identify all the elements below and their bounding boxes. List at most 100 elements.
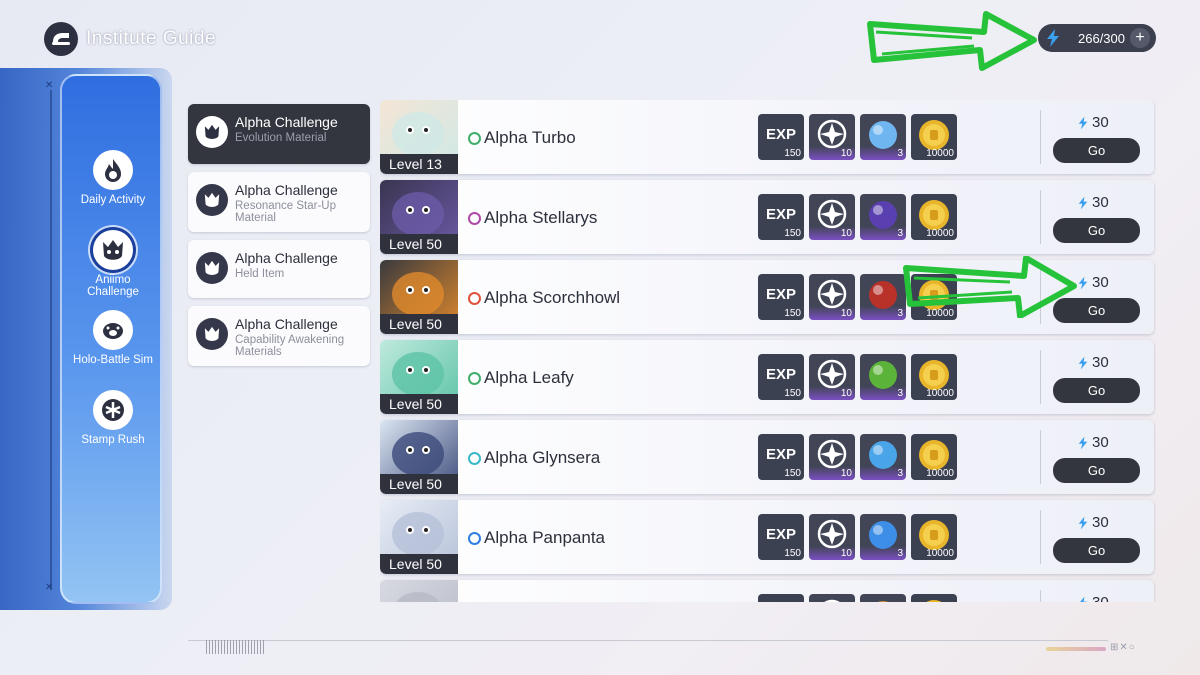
sidebar-item-holo-battle-sim[interactable]: Holo-Battle Sim bbox=[68, 310, 158, 366]
material-reward[interactable]: 10 bbox=[809, 274, 855, 320]
energy-bolt-icon bbox=[1078, 436, 1088, 449]
row-divider bbox=[1040, 110, 1041, 164]
energy-cost: 30 bbox=[1078, 114, 1109, 131]
back-arrow-icon bbox=[52, 33, 70, 45]
go-button[interactable]: Go bbox=[1053, 378, 1140, 403]
gold-reward[interactable]: 10000 bbox=[911, 114, 957, 160]
orb-reward[interactable]: 3 bbox=[860, 194, 906, 240]
category-capability-awakening[interactable]: Alpha Challenge Capability Awakening Mat… bbox=[188, 306, 370, 366]
energy-cost: 30 bbox=[1078, 274, 1109, 291]
pig-icon bbox=[93, 310, 133, 350]
category-title: Alpha Challenge bbox=[235, 316, 338, 332]
orb-reward[interactable]: 3 bbox=[860, 114, 906, 160]
aniimo-name-label: Alpha Leafy bbox=[484, 368, 574, 387]
aniimo-name: Alpha Turbo bbox=[468, 128, 576, 148]
orb-reward[interactable]: 3 bbox=[860, 274, 906, 320]
level-badge: Level 50 bbox=[380, 554, 458, 574]
aniimo-portrait: Level 50 bbox=[380, 180, 458, 254]
reward-count: 10 bbox=[840, 228, 852, 239]
challenge-list[interactable]: Level 13 Alpha Turbo EXP 150 10 3 10000 … bbox=[380, 100, 1156, 602]
element-type-icon bbox=[468, 291, 481, 305]
sidebar-item-daily-activity[interactable]: Daily Activity bbox=[68, 150, 158, 206]
beast-icon bbox=[196, 318, 228, 350]
reward-list: EXP 150 10 3 10000 bbox=[758, 274, 957, 320]
exp-reward[interactable]: EXP 150 bbox=[758, 434, 804, 480]
add-energy-button[interactable]: + bbox=[1130, 28, 1150, 48]
category-subtitle: Held Item bbox=[235, 268, 285, 280]
orb-reward[interactable] bbox=[860, 594, 906, 602]
sidebar-item-label: Daily Activity bbox=[80, 194, 146, 206]
sidebar-item-label: Stamp Rush bbox=[81, 434, 145, 446]
aniimo-name: Alpha Panpanta bbox=[468, 528, 605, 548]
sidebar-item-label: Holo-Battle Sim bbox=[73, 354, 153, 366]
aniimo-portrait bbox=[380, 580, 458, 602]
row-divider bbox=[1040, 430, 1041, 484]
category-title: Alpha Challenge bbox=[235, 114, 338, 130]
gold-reward[interactable]: 10000 bbox=[911, 194, 957, 240]
challenge-row: Level 50 Alpha Stellarys EXP 150 10 3 10… bbox=[380, 180, 1154, 254]
challenge-row: Level 50 Alpha Leafy EXP 150 10 3 10000 … bbox=[380, 340, 1154, 414]
reward-count: 150 bbox=[784, 388, 801, 399]
back-button[interactable] bbox=[44, 22, 78, 56]
emblem-icon bbox=[824, 599, 840, 602]
gold-reward[interactable] bbox=[911, 594, 957, 602]
category-resonance-star-up[interactable]: Alpha Challenge Resonance Star-Up Materi… bbox=[188, 172, 370, 232]
go-button[interactable]: Go bbox=[1053, 138, 1140, 163]
material-reward[interactable]: 10 bbox=[809, 354, 855, 400]
challenge-row: Level 50 Alpha Panpanta EXP 150 10 3 100… bbox=[380, 500, 1154, 574]
go-button[interactable]: Go bbox=[1053, 538, 1140, 563]
gold-coin-icon bbox=[926, 600, 942, 602]
exp-icon: EXP bbox=[766, 286, 796, 303]
orb-reward[interactable]: 3 bbox=[860, 514, 906, 560]
row-divider bbox=[1040, 270, 1041, 324]
reward-count: 3 bbox=[897, 468, 903, 479]
aniimo-name-label: Alpha Panpanta bbox=[484, 528, 605, 547]
material-reward[interactable]: 10 bbox=[809, 514, 855, 560]
go-button[interactable]: Go bbox=[1053, 218, 1140, 243]
gold-reward[interactable]: 10000 bbox=[911, 514, 957, 560]
category-evolution-material[interactable]: Alpha Challenge Evolution Material bbox=[188, 104, 370, 164]
material-reward[interactable]: 10 bbox=[809, 194, 855, 240]
reward-count: 10000 bbox=[926, 468, 954, 479]
energy-cost-value: 30 bbox=[1092, 194, 1109, 211]
reward-count: 3 bbox=[897, 308, 903, 319]
orb-reward[interactable]: 3 bbox=[860, 354, 906, 400]
aniimo-name: Alpha Stellarys bbox=[468, 208, 597, 228]
exp-reward[interactable]: EXP 150 bbox=[758, 114, 804, 160]
row-divider bbox=[1040, 590, 1041, 602]
challenge-row: Level 50 Alpha Glynsera EXP 150 10 3 100… bbox=[380, 420, 1154, 494]
reward-count: 150 bbox=[784, 228, 801, 239]
material-reward[interactable]: 10 bbox=[809, 434, 855, 480]
reward-count: 10000 bbox=[926, 388, 954, 399]
level-badge: Level 50 bbox=[380, 394, 458, 414]
gold-reward[interactable]: 10000 bbox=[911, 274, 957, 320]
material-reward[interactable]: 10 bbox=[809, 114, 855, 160]
gold-reward[interactable]: 10000 bbox=[911, 434, 957, 480]
reward-count: 3 bbox=[897, 228, 903, 239]
material-reward[interactable] bbox=[809, 594, 855, 602]
sidebar-marker-bottom: ✕ bbox=[45, 582, 54, 593]
orb-reward[interactable]: 3 bbox=[860, 434, 906, 480]
go-button[interactable]: Go bbox=[1053, 458, 1140, 483]
exp-reward[interactable]: EXP 150 bbox=[758, 194, 804, 240]
page-header: Institute Guide bbox=[44, 22, 216, 56]
energy-counter: 266/300 + bbox=[1038, 24, 1156, 52]
sidebar-item-stamp-rush[interactable]: Stamp Rush bbox=[68, 390, 158, 446]
reward-count: 10 bbox=[840, 308, 852, 319]
exp-reward[interactable]: EXP 150 bbox=[758, 514, 804, 560]
exp-reward[interactable]: EXP 150 bbox=[758, 274, 804, 320]
aniimo-name: Alpha Glynsera bbox=[468, 448, 600, 468]
category-subtitle: Capability Awakening Materials bbox=[235, 334, 345, 358]
exp-reward[interactable]: EXP 150 bbox=[758, 354, 804, 400]
go-button[interactable]: Go bbox=[1053, 298, 1140, 323]
element-type-icon bbox=[468, 131, 481, 145]
exp-reward[interactable]: EXP bbox=[758, 594, 804, 602]
reward-count: 150 bbox=[784, 548, 801, 559]
footer-divider bbox=[188, 640, 1108, 641]
beast-icon bbox=[196, 116, 228, 148]
beast-icon bbox=[196, 184, 228, 216]
sidebar-item-aniimo-challenge[interactable]: Aniimo Challenge bbox=[68, 230, 158, 298]
energy-cost-value: 30 bbox=[1092, 434, 1109, 451]
gold-reward[interactable]: 10000 bbox=[911, 354, 957, 400]
category-held-item[interactable]: Alpha Challenge Held Item bbox=[188, 240, 370, 298]
